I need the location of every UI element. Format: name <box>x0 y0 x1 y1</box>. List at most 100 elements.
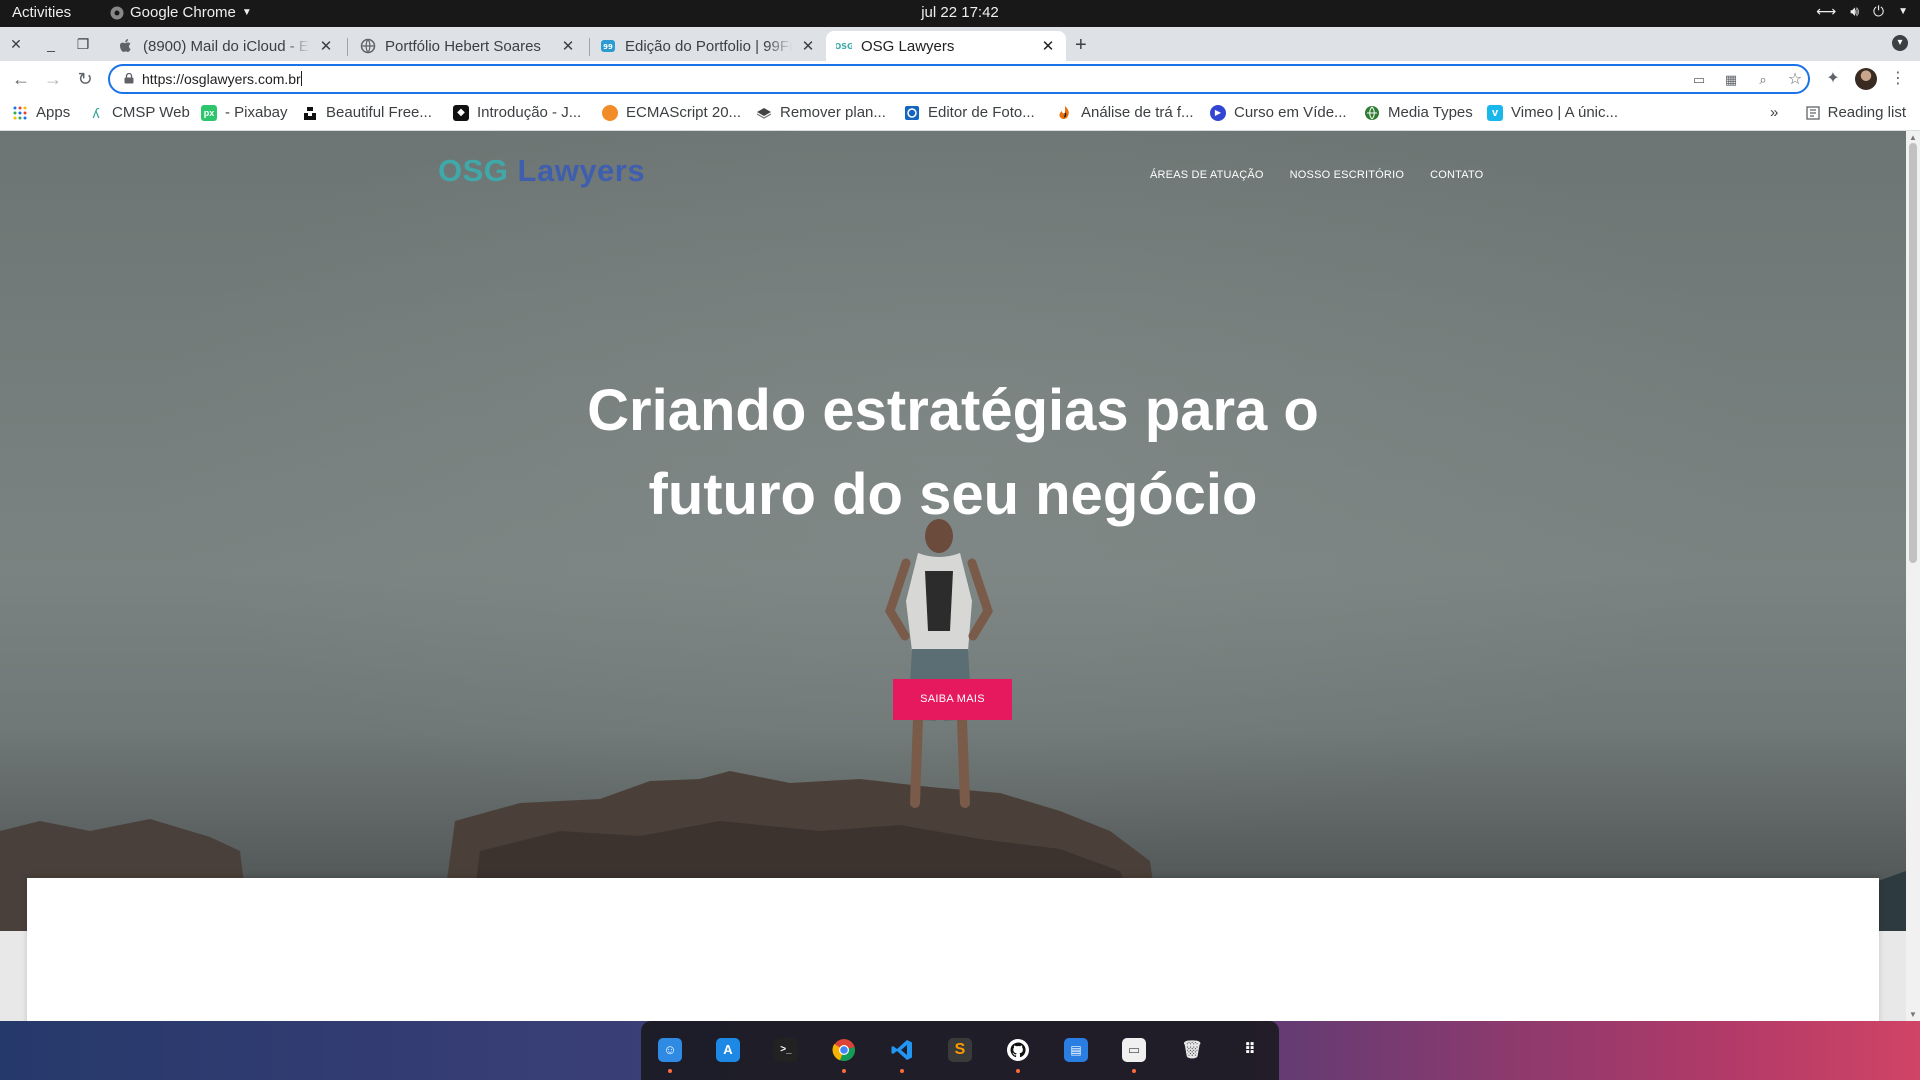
bookmark-remove-bg[interactable]: Remover plan... <box>756 104 886 121</box>
unsplash-icon <box>304 106 316 120</box>
bookmark-cmsp[interactable]: ʎ CMSP Web <box>88 104 190 121</box>
scroll-up-icon[interactable]: ▲ <box>1909 133 1917 142</box>
app-store-icon[interactable]: A <box>716 1038 740 1062</box>
system-top-bar: Activities Google Chrome ▼ jul 22 17:42 … <box>0 0 1920 27</box>
reload-button[interactable]: ↻ <box>72 66 98 92</box>
star-icon[interactable]: ☆ <box>1786 71 1804 89</box>
scroll-down-icon[interactable]: ▼ <box>1909 1010 1917 1019</box>
javascript-icon: ◆ <box>453 104 469 121</box>
github-icon[interactable] <box>1006 1038 1030 1062</box>
sublime-icon[interactable]: S <box>948 1038 972 1062</box>
chrome-icon[interactable] <box>832 1038 856 1062</box>
logo-text-osg: OSG <box>438 153 509 188</box>
bookmark-pixabay[interactable]: px - Pixabay <box>201 104 288 121</box>
bookmark-apps[interactable]: Apps <box>12 104 70 121</box>
close-tab-icon[interactable]: ✕ <box>800 37 816 55</box>
more-bookmarks-icon[interactable]: » <box>1770 104 1778 121</box>
content-panel <box>27 878 1879 1021</box>
cmsp-icon: ʎ <box>92 104 100 121</box>
trash-icon[interactable]: 🗑︎ <box>1180 1038 1204 1062</box>
close-window-icon[interactable]: ✕ <box>5 33 27 55</box>
saiba-mais-button[interactable]: SAIBA MAIS <box>893 679 1012 720</box>
files-icon[interactable]: ▭ <box>1122 1038 1146 1062</box>
vscode-icon[interactable] <box>890 1038 914 1062</box>
ecmascript-icon <box>602 104 618 121</box>
bookmark-curso-em-video[interactable]: ▶ Curso em Víde... <box>1210 104 1347 121</box>
close-tab-icon[interactable]: ✕ <box>1040 37 1056 55</box>
bookmark-analytics[interactable]: Análise de trá f... <box>1057 104 1194 121</box>
close-tab-icon[interactable]: ✕ <box>318 37 334 55</box>
terminal-icon[interactable]: >_ <box>774 1038 798 1062</box>
bookmark-photo-editor[interactable]: Editor de Foto... <box>904 104 1035 121</box>
nav-areas-de-atuacao[interactable]: ÁREAS DE ATUAÇÃO <box>1150 169 1264 181</box>
forward-button[interactable]: → <box>40 66 66 92</box>
dock: ☺ A >_ S ▤ ▭ 🗑︎ ⠿ <box>641 1021 1279 1080</box>
tab-portfolio[interactable]: Portfólio Hebert Soares ✕ <box>350 31 586 61</box>
tab-title: Edição do Portfolio | 99Fr <box>625 37 792 55</box>
back-button[interactable]: ← <box>8 66 34 92</box>
address-bar[interactable]: https://osglawyers.com.br ▭ ▦ ⌕ ☆ <box>108 64 1810 94</box>
tab-osg-lawyers[interactable]: OSG OSG Lawyers ✕ <box>826 31 1066 61</box>
bookmark-label: Remover plan... <box>780 104 886 121</box>
bookmark-unsplash[interactable]: Beautiful Free... <box>302 104 432 121</box>
bookmark-javascript[interactable]: ◆ Introdução - J... <box>453 104 581 121</box>
app-grid-icon[interactable]: ⠿ <box>1238 1038 1262 1062</box>
running-indicator <box>1016 1069 1020 1073</box>
globe-icon <box>360 38 376 54</box>
scrollbar-thumb[interactable] <box>1909 143 1917 563</box>
bookmark-label: Editor de Foto... <box>928 104 1035 121</box>
video-course-icon: ▶ <box>1210 104 1226 121</box>
bookmark-vimeo[interactable]: v Vimeo | A únic... <box>1487 104 1618 121</box>
site-nav: ÁREAS DE ATUAÇÃO NOSSO ESCRITÓRIO CONTAT… <box>1150 169 1483 181</box>
running-indicator <box>842 1069 846 1073</box>
reading-list-icon <box>1805 105 1820 120</box>
chrome-icon <box>110 6 124 19</box>
new-tab-button[interactable]: + <box>1075 34 1087 57</box>
site-logo[interactable]: OSG Lawyers <box>438 153 645 189</box>
close-tab-icon[interactable]: ✕ <box>560 37 576 55</box>
vimeo-icon: v <box>1487 104 1503 121</box>
extensions-icon[interactable]: ✦ <box>1821 67 1845 91</box>
minimize-icon[interactable]: _ <box>40 33 62 55</box>
running-indicator <box>668 1069 672 1073</box>
nav-contato[interactable]: CONTATO <box>1430 169 1483 181</box>
99freelas-icon: 99 <box>601 40 615 52</box>
lock-icon <box>124 73 134 84</box>
system-tray[interactable]: ⟷ 🔊︎ ⏻ ▼ <box>1816 3 1908 20</box>
reading-list-button[interactable]: Reading list <box>1805 104 1906 121</box>
tab-search-icon[interactable]: ▾ <box>1892 35 1908 51</box>
bookmark-label: CMSP Web <box>112 104 190 121</box>
bookmark-label: Análise de trá f... <box>1081 104 1194 121</box>
bookmark-ecmascript[interactable]: ECMAScript 20... <box>602 104 741 121</box>
text-editor-icon[interactable]: ▤ <box>1064 1038 1088 1062</box>
restore-icon[interactable]: ❐ <box>72 33 94 55</box>
apple-icon <box>120 39 131 52</box>
reading-list-label: Reading list <box>1827 104 1906 121</box>
photo-editor-icon <box>905 105 919 120</box>
page-viewport[interactable]: OSG Lawyers ÁREAS DE ATUAÇÃO NOSSO ESCRI… <box>0 131 1906 1021</box>
text-caret <box>300 71 302 86</box>
finder-icon[interactable]: ☺ <box>658 1038 682 1062</box>
qr-code-icon[interactable]: ▦ <box>1722 71 1740 89</box>
layers-icon <box>756 107 772 119</box>
tab-99freelas[interactable]: 99 Edição do Portfolio | 99Fr ✕ <box>590 31 826 61</box>
app-menu[interactable]: Google Chrome ▼ <box>110 4 252 21</box>
zoom-icon[interactable]: ⌕ <box>1754 71 1772 89</box>
more-menu-icon[interactable]: ⋮ <box>1886 67 1910 91</box>
clock[interactable]: jul 22 17:42 <box>921 4 999 21</box>
activities-button[interactable]: Activities <box>12 4 71 21</box>
tab-separator <box>347 38 348 56</box>
nav-nosso-escritorio[interactable]: NOSSO ESCRITÓRIO <box>1290 169 1404 181</box>
osg-favicon: OSG <box>836 42 852 51</box>
tab-icloud-mail[interactable]: (8900) Mail do iCloud - Ent ✕ <box>108 31 344 61</box>
svg-text:OSG: OSG <box>836 42 852 51</box>
page-scrollbar[interactable]: ▲ ▼ <box>1906 131 1920 1021</box>
apps-grid-icon <box>13 106 27 119</box>
avatar[interactable] <box>1855 68 1877 90</box>
svg-text:99: 99 <box>603 43 613 51</box>
bookmark-label: Vimeo | A únic... <box>1511 104 1619 121</box>
bookmarks-bar: Apps ʎ CMSP Web px - Pixabay Beautiful F… <box>0 97 1920 131</box>
bookmark-media-types[interactable]: Media Types <box>1364 104 1473 121</box>
running-indicator <box>900 1069 904 1073</box>
cast-icon[interactable]: ▭ <box>1690 71 1708 89</box>
